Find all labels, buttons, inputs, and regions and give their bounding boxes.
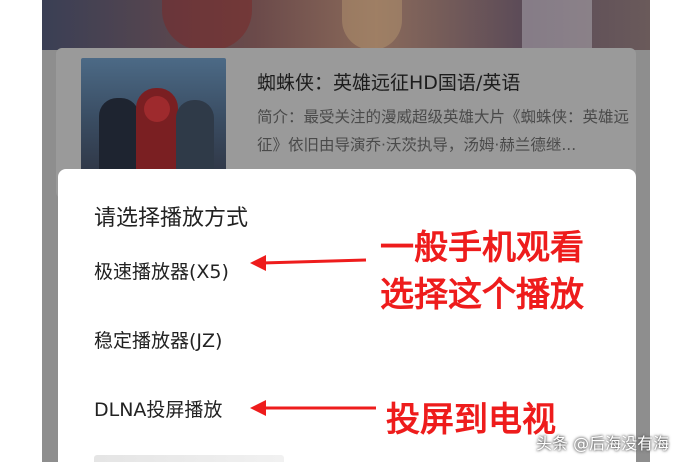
hero-art (522, 0, 592, 50)
hero-banner (42, 0, 650, 50)
dialog-title: 请选择播放方式 (94, 206, 249, 231)
poster-mask (144, 96, 170, 122)
arrow-left-icon (250, 400, 376, 416)
annotation-cast-to-tv: 投屏到电视 (386, 400, 556, 440)
option-partial-hidden (94, 455, 284, 462)
movie-title: 蜘蛛侠：英雄远征HD国语/英语 (257, 72, 521, 94)
annotation-mobile-watch: 一般手机观看 (380, 228, 584, 268)
option-dlna-cast[interactable]: DLNA投屏播放 (94, 395, 222, 422)
option-fast-player[interactable]: 极速播放器(X5) (94, 257, 229, 284)
movie-description: 简介：最受关注的漫威超级英雄大片《蜘蛛侠：英雄远征》依旧由导演乔·沃茨执导，汤姆… (257, 108, 630, 154)
hero-art (342, 0, 402, 50)
option-stable-player[interactable]: 稳定播放器(JZ) (94, 326, 222, 353)
hero-art (162, 0, 252, 50)
arrow-left-icon (250, 255, 367, 271)
annotation-choose-this: 选择这个播放 (380, 275, 584, 315)
watermark: 头条 @后海没有海 (536, 434, 670, 453)
